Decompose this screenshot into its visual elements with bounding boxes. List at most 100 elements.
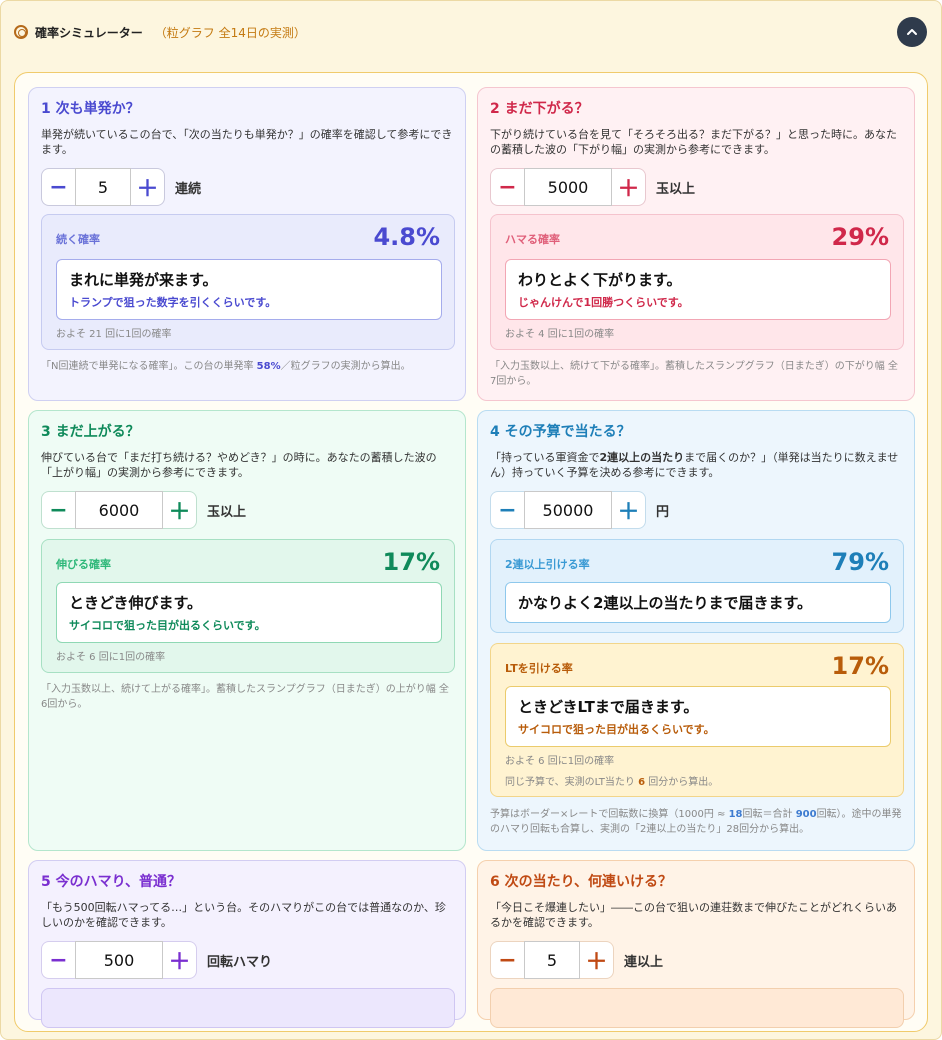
message-main: ときどきLTまで届きます。 [518, 698, 699, 716]
result-value: 17% [831, 652, 889, 680]
result-box-two-streak: 2連以上引ける率 79% かなりよく2連以上の当たりまで届きます。 [490, 539, 904, 633]
budget-stepper: − 50000 ＋ 円 [490, 491, 669, 529]
card-note: 「入力玉数以上、続けて下がる確率」。蓄積したスランプグラフ（日またぎ）の下がり幅… [490, 361, 898, 387]
result-value: 79% [831, 548, 889, 576]
result-message: ときどき伸びます。 サイコロで狙った目が出るくらいです。 [56, 582, 442, 643]
collapse-button[interactable] [897, 17, 927, 47]
message-sub: トランプで狙った数字を引くくらいです。 [69, 296, 277, 309]
source-text: 同じ予算で、実測のLT当たり [505, 777, 639, 788]
result-message: ときどきLTまで届きます。 サイコロで狙った目が出るくらいです。 [505, 686, 891, 747]
card-title: 6 次の当たり、何連いける？ [490, 874, 673, 890]
result-value: 29% [831, 223, 889, 251]
increment-button[interactable]: ＋ [163, 491, 197, 529]
increment-button[interactable]: ＋ [580, 941, 614, 979]
result-box: 続く確率 4.8% まれに単発が来ます。 トランプで狙った数字を引くくらいです。… [41, 214, 455, 350]
frequency-text: およそ 21 回に1回の確率 [56, 329, 172, 340]
frequency-text: およそ 6 回に1回の確率 [505, 756, 615, 767]
chevron-up-icon [907, 29, 917, 35]
card-title: 4 その予算で当たる？ [490, 424, 631, 440]
card-note: 「入力玉数以上、続けて上がる確率」。蓄積したスランプグラフ（日またぎ）の上がり幅… [41, 684, 449, 710]
desc-text: 「持っている軍資金で [490, 451, 600, 464]
card-note: 「N回連続で単発になる確率」。この台の単発率 58%／粒グラフの実測から算出。 [41, 359, 455, 374]
desc-highlight: 2連以上の当たり [599, 451, 685, 464]
note-text: ／粒グラフの実測から算出。 [280, 361, 411, 372]
card-title: 1 次も単発か？ [41, 101, 140, 117]
decrement-button[interactable]: − [490, 168, 524, 206]
card-description: 「今日こそ爆連したい」――この台で狙いの連荘数まで伸びたことがどれくらいあるかを… [490, 901, 897, 929]
streak-stepper: − 5 ＋ 連以上 [490, 941, 663, 979]
decrement-button[interactable]: − [41, 941, 75, 979]
unit-label: 玉以上 [207, 504, 247, 520]
result-value: 17% [382, 548, 440, 576]
note-text: 回転＝合計 [742, 809, 796, 820]
card-current-drought: 5 今のハマり、普通？ 「もう500回転ハマってる…」という台。そのハマりがこの… [28, 860, 466, 1028]
decrement-button[interactable]: − [490, 491, 524, 529]
message-sub: サイコロで狙った目が出るくらいです。 [69, 619, 266, 632]
increment-button[interactable]: ＋ [131, 168, 165, 206]
frequency-text: およそ 6 回に1回の確率 [56, 652, 166, 663]
card-description: 単発が続いているこの台で、「次の当たりも単発か？」の確率を確認して参考にできます… [41, 128, 453, 156]
result-label: 続く確率 [56, 233, 100, 246]
balls-input[interactable]: 5000 [524, 168, 612, 206]
result-box [41, 988, 455, 1028]
card-still-dropping: 2 まだ下がる？ 下がり続けている台を見て「そろそろ出る？まだ下がる？」と思った… [477, 87, 915, 401]
card-next-streak: 6 次の当たり、何連いける？ 「今日こそ爆連したい」――この台で狙いの連荘数まで… [477, 860, 915, 1028]
increment-button[interactable]: ＋ [612, 168, 646, 206]
increment-button[interactable]: ＋ [612, 491, 646, 529]
card-budget: 4 その予算で当たる？ 「持っている軍資金で2連以上の当たりまで届くのか？」（単… [477, 410, 915, 851]
streak-stepper: − 5 ＋ 連続 [41, 168, 201, 206]
message-main: わりとよく下がります。 [518, 271, 682, 289]
result-label: LTを引ける率 [505, 662, 573, 675]
panel-subtitle: （粒グラフ 全14日の実測） [154, 25, 306, 40]
result-message: わりとよく下がります。 じゃんけんで1回勝つくらいです。 [505, 259, 891, 320]
result-box-lt: LTを引ける率 17% ときどきLTまで届きます。 サイコロで狙った目が出るくら… [490, 643, 904, 797]
decrement-button[interactable]: − [41, 168, 75, 206]
panel-title: 確率シミュレーター [35, 25, 143, 40]
note-text: 「N回連続で単発になる確率」。この台の単発率 [41, 361, 257, 372]
balls-stepper: − 5000 ＋ 玉以上 [490, 168, 695, 206]
panel-header[interactable]: 確率シミュレーター （粒グラフ 全14日の実測） [14, 22, 306, 42]
lt-source-text: 同じ予算で、実測のLT当たり 6 回分から算出。 [505, 773, 718, 788]
result-box [490, 988, 904, 1028]
card-title: 2 まだ下がる？ [490, 101, 589, 117]
streak-input[interactable]: 5 [524, 941, 580, 979]
result-box: ハマる確率 29% わりとよく下がります。 じゃんけんで1回勝つくらいです。 お… [490, 214, 904, 350]
card-still-rising: 3 まだ上がる？ 伸びている台で「まだ打ち続ける？やめどき？」の時に。あなたの蓄… [28, 410, 466, 851]
target-icon [14, 25, 28, 39]
card-description: 「持っている軍資金で2連以上の当たりまで届くのか？」（単発は当たりに数えません）… [490, 450, 904, 480]
card-description: 「もう500回転ハマってる…」という台。そのハマりがこの台では普通なのか、珍しい… [41, 901, 446, 929]
result-message: まれに単発が来ます。 トランプで狙った数字を引くくらいです。 [56, 259, 442, 320]
card-description: 下がり続けている台を見て「そろそろ出る？まだ下がる？」と思った時に。あなたの蓄積… [490, 128, 897, 156]
note-highlight: 58% [256, 361, 281, 372]
decrement-button[interactable]: − [41, 491, 75, 529]
card-title: 5 今のハマり、普通？ [41, 874, 182, 890]
result-value: 4.8% [373, 223, 440, 251]
result-box: 伸びる確率 17% ときどき伸びます。 サイコロで狙った目が出るくらいです。 お… [41, 539, 455, 673]
decrement-button[interactable]: − [490, 941, 524, 979]
result-label: ハマる確率 [505, 233, 560, 246]
message-main: まれに単発が来ます。 [69, 271, 218, 289]
result-message: かなりよく2連以上の当たりまで届きます。 [505, 582, 891, 623]
spins-stepper: − 500 ＋ 回転ハマり [41, 941, 272, 979]
result-label: 2連以上引ける率 [505, 558, 590, 571]
spins-input[interactable]: 500 [75, 941, 163, 979]
unit-label: 円 [656, 504, 670, 520]
note-highlight: 900 [795, 809, 817, 820]
budget-input[interactable]: 50000 [524, 491, 612, 529]
note-highlight: 18 [728, 809, 743, 820]
unit-label: 連続 [175, 181, 202, 197]
balls-stepper: − 6000 ＋ 玉以上 [41, 491, 246, 529]
note-text: 予算はボーダー×レートで回転数に換算（1000円 ≈ [490, 809, 729, 820]
source-text: 回分から算出。 [645, 777, 719, 788]
card-single-streak: 1 次も単発か？ 単発が続いているこの台で、「次の当たりも単発か？」の確率を確認… [28, 87, 466, 401]
unit-label: 玉以上 [656, 181, 696, 197]
increment-button[interactable]: ＋ [163, 941, 197, 979]
unit-label: 連以上 [624, 954, 664, 970]
unit-label: 回転ハマり [207, 954, 273, 970]
card-description: 伸びている台で「まだ打ち続ける？やめどき？」の時に。あなたの蓄積した波の「上がり… [41, 451, 437, 479]
card-title: 3 まだ上がる？ [41, 424, 140, 440]
message-main: かなりよく2連以上の当たりまで届きます。 [518, 594, 812, 612]
result-label: 伸びる確率 [56, 558, 111, 571]
balls-input[interactable]: 6000 [75, 491, 163, 529]
streak-input[interactable]: 5 [75, 168, 131, 206]
